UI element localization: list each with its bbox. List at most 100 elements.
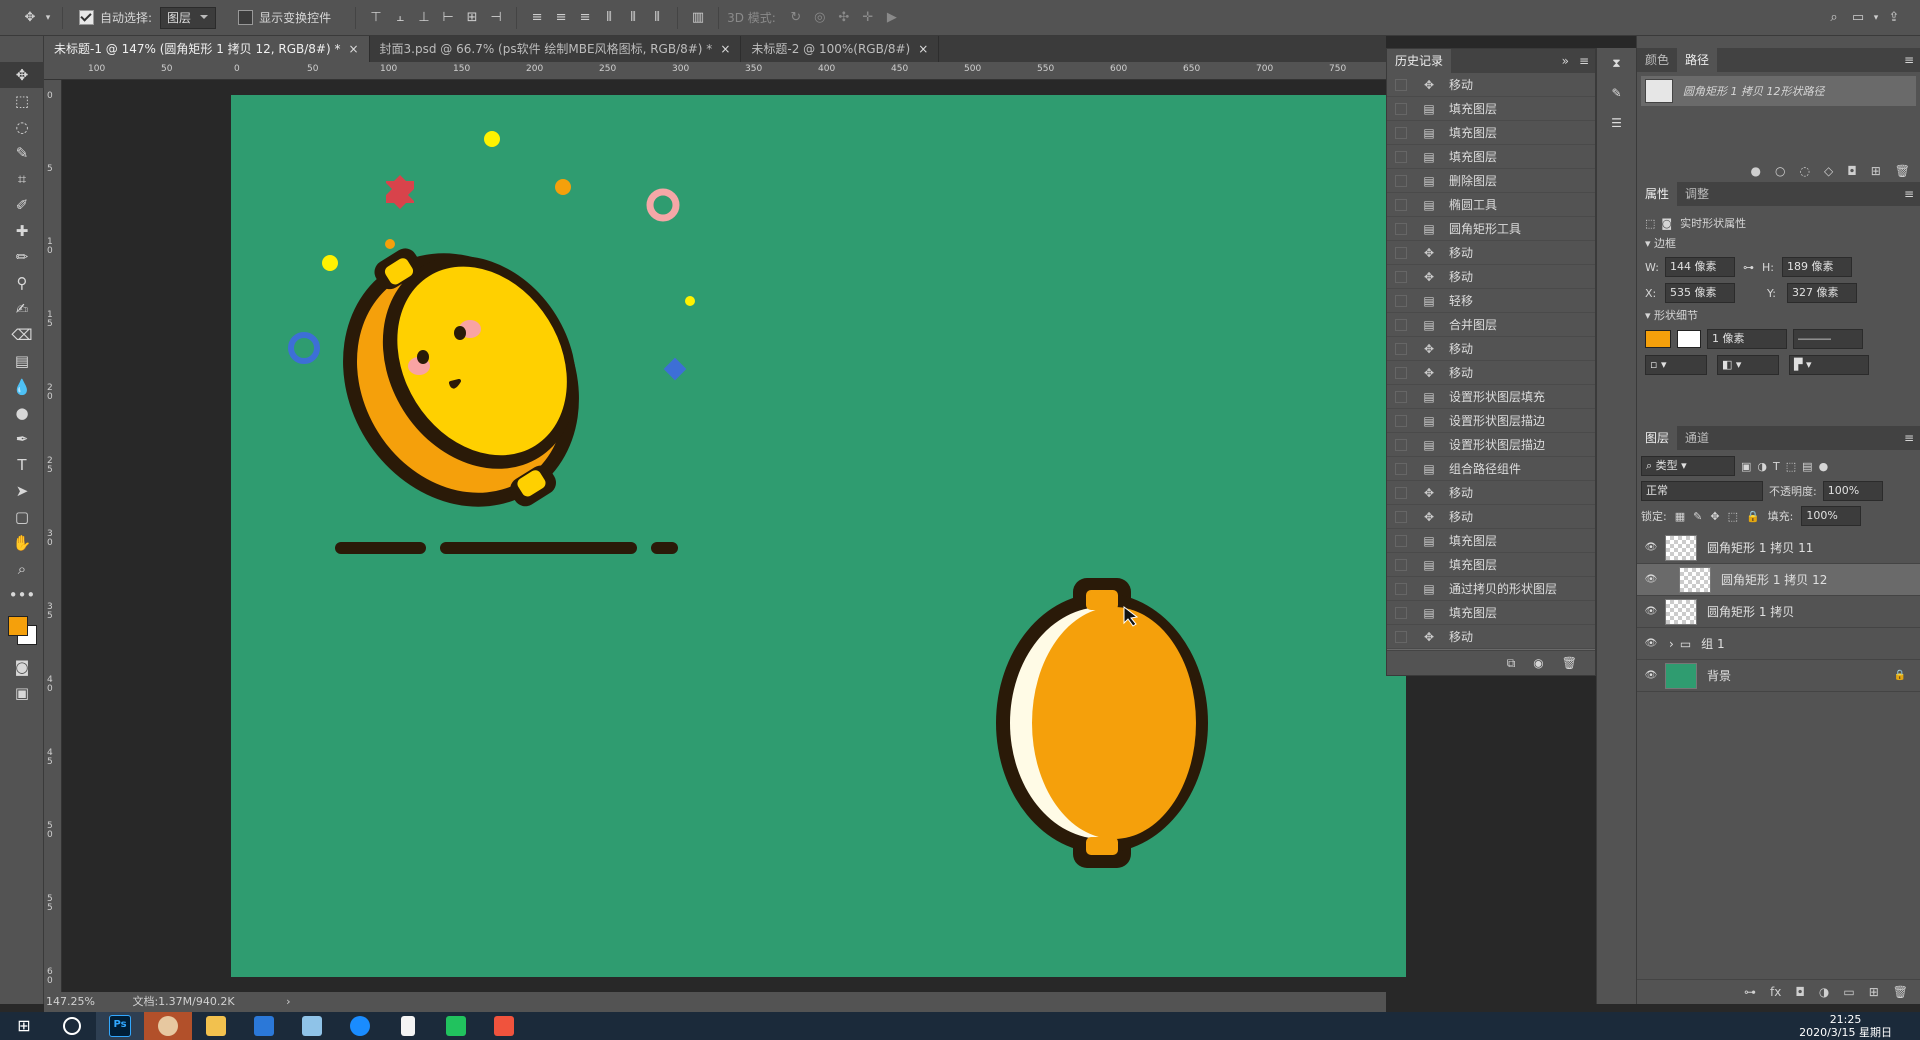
stamp-tool-icon[interactable]: ⚲ xyxy=(0,270,44,296)
history-item[interactable]: ▤ 填充图层 xyxy=(1387,529,1595,553)
quick-mask-icon[interactable]: ◙ xyxy=(0,654,44,680)
3d-camera-icon[interactable]: ▶ xyxy=(880,7,904,29)
3d-slide-icon[interactable]: ✛ xyxy=(856,7,880,29)
taskbar-photoshop[interactable]: Ps xyxy=(96,1012,144,1040)
auto-select-checkbox[interactable] xyxy=(79,10,94,25)
distribute-right-icon[interactable]: ⦀ xyxy=(645,7,669,29)
search-icon[interactable]: ⌕ xyxy=(1822,7,1846,29)
doc-tab[interactable]: 未标题-1 @ 147% (圆角矩形 1 拷贝 12, RGB/8#) * × xyxy=(44,36,370,62)
visibility-eye-icon[interactable]: 👁 xyxy=(1637,606,1665,617)
path-select-tool-icon[interactable]: ➤ xyxy=(0,478,44,504)
eyedropper-tool-icon[interactable]: ✐ xyxy=(0,192,44,218)
height-input[interactable]: 189 像素 xyxy=(1782,257,1852,277)
screen-mode-icon[interactable]: ▣ xyxy=(0,680,44,706)
document-canvas[interactable] xyxy=(231,95,1406,977)
workspace-icon[interactable]: ▭ xyxy=(1846,7,1870,29)
history-panel-icon[interactable]: ⧗ xyxy=(1597,48,1636,78)
history-snapshot-checkbox[interactable] xyxy=(1395,126,1407,139)
3d-rotate-icon[interactable]: ↻ xyxy=(784,7,808,29)
layer-row[interactable]: 👁 圆角矩形 1 拷贝 12 xyxy=(1637,564,1920,596)
chevron-down-icon[interactable]: ▾ xyxy=(42,7,54,29)
stroke-width-input[interactable]: 1 像素 xyxy=(1707,329,1787,349)
history-snapshot-checkbox[interactable] xyxy=(1395,462,1407,475)
visibility-eye-icon[interactable]: 👁 xyxy=(1637,670,1665,681)
3d-roll-icon[interactable]: ◎ xyxy=(808,7,832,29)
move-tool-icon[interactable]: ✥ xyxy=(18,7,42,29)
lock-position-icon[interactable]: ✥ xyxy=(1710,510,1719,523)
crop-tool-icon[interactable]: ⌗ xyxy=(0,166,44,192)
history-item[interactable]: ▤ 通过拷贝的形状图层 xyxy=(1387,577,1595,601)
lock-all-icon[interactable]: 🔒 xyxy=(1746,510,1760,523)
visibility-eye-icon[interactable]: 👁 xyxy=(1637,574,1665,585)
align-vcenter-icon[interactable]: ⫠ xyxy=(388,7,412,29)
history-brush-tool-icon[interactable]: ✍ xyxy=(0,296,44,322)
dodge-tool-icon[interactable]: ● xyxy=(0,400,44,426)
lock-pixels-icon[interactable]: ✎ xyxy=(1693,510,1702,523)
close-icon[interactable]: × xyxy=(918,42,928,56)
status-menu-arrow[interactable]: › xyxy=(286,995,290,1008)
make-path-icon[interactable]: ◇ xyxy=(1824,164,1833,178)
pixel-filter-icon[interactable]: ▣ xyxy=(1741,460,1751,473)
smart-filter-icon[interactable]: ▤ xyxy=(1802,460,1812,473)
path-item[interactable]: 圆角矩形 1 拷贝 12形状路径 xyxy=(1641,76,1916,106)
shape-filter-icon[interactable]: ⬚ xyxy=(1786,460,1796,473)
type-tool-icon[interactable]: T xyxy=(0,452,44,478)
history-snapshot-checkbox[interactable] xyxy=(1395,558,1407,571)
collapse-icon[interactable]: » xyxy=(1562,54,1569,68)
load-selection-icon[interactable]: ◌ xyxy=(1799,164,1809,178)
lock-transparent-icon[interactable]: ▦ xyxy=(1675,510,1685,523)
doc-tab[interactable]: 未标题-2 @ 100%(RGB/8#) × xyxy=(741,36,940,62)
history-snapshot-checkbox[interactable] xyxy=(1395,102,1407,115)
history-item[interactable]: ✥ 移动 xyxy=(1387,337,1595,361)
zoom-tool-icon[interactable]: ⌕ xyxy=(0,556,44,582)
layer-row[interactable]: 👁 › ▭ 组 1 xyxy=(1637,628,1920,660)
color-swatches[interactable] xyxy=(0,608,43,654)
history-item[interactable]: ▤ 轻移 xyxy=(1387,289,1595,313)
stroke-cap-dropdown[interactable]: ◧ ▾ xyxy=(1717,355,1779,375)
adjust-panel-icon[interactable]: ☰ xyxy=(1597,108,1636,138)
y-input[interactable]: 327 像素 xyxy=(1787,283,1857,303)
x-input[interactable]: 535 像素 xyxy=(1665,283,1735,303)
history-item[interactable]: ▤ 删除图层 xyxy=(1387,169,1595,193)
visibility-eye-icon[interactable]: 👁 xyxy=(1637,542,1665,553)
history-item[interactable]: ▤ 填充图层 xyxy=(1387,97,1595,121)
align-top-icon[interactable]: ⊤ xyxy=(364,7,388,29)
new-path-icon[interactable]: ⊞ xyxy=(1871,164,1881,178)
distribute-top-icon[interactable]: ≡ xyxy=(525,7,549,29)
history-snapshot-checkbox[interactable] xyxy=(1395,486,1407,499)
distribute-bottom-icon[interactable]: ≡ xyxy=(573,7,597,29)
chevron-down-icon[interactable]: ▾ xyxy=(1870,7,1882,29)
adjustment-layer-icon[interactable]: ◑ xyxy=(1819,985,1829,999)
tab-paths[interactable]: 路径 xyxy=(1677,48,1718,72)
auto-align-icon[interactable]: ▥ xyxy=(686,7,710,29)
history-item[interactable]: ✥ 移动 xyxy=(1387,625,1595,649)
new-document-icon[interactable]: ⧉ xyxy=(1507,656,1516,671)
history-item[interactable]: ▤ 填充图层 xyxy=(1387,145,1595,169)
history-snapshot-checkbox[interactable] xyxy=(1395,366,1407,379)
fill-swatch[interactable] xyxy=(1645,330,1671,348)
taskbar-app[interactable] xyxy=(144,1012,192,1040)
history-item[interactable]: ✥ 移动 xyxy=(1387,505,1595,529)
history-item[interactable]: ▤ 填充图层 xyxy=(1387,121,1595,145)
stroke-align-dropdown[interactable]: ▫ ▾ xyxy=(1645,355,1707,375)
new-layer-icon[interactable]: ⊞ xyxy=(1869,985,1879,999)
history-snapshot-checkbox[interactable] xyxy=(1395,246,1407,259)
brush-tool-icon[interactable]: ✏ xyxy=(0,244,44,270)
history-item[interactable]: ▤ 设置形状图层描边 xyxy=(1387,409,1595,433)
3d-drag-icon[interactable]: ✣ xyxy=(832,7,856,29)
tab-layers[interactable]: 图层 xyxy=(1637,426,1678,450)
stroke-path-icon[interactable]: ○ xyxy=(1775,164,1785,178)
opacity-input[interactable]: 100% xyxy=(1822,481,1883,501)
align-hcenter-icon[interactable]: ⊞ xyxy=(460,7,484,29)
history-snapshot-checkbox[interactable] xyxy=(1395,78,1407,91)
history-item[interactable]: ✥ 移动 xyxy=(1387,241,1595,265)
stroke-join-dropdown[interactable]: ▛ ▾ xyxy=(1789,355,1869,375)
zoom-level[interactable]: 147.25% xyxy=(46,995,95,1008)
taskbar-app[interactable] xyxy=(384,1012,432,1040)
panel-menu-icon[interactable]: ≡ xyxy=(1904,431,1914,445)
history-snapshot-checkbox[interactable] xyxy=(1395,318,1407,331)
trash-icon[interactable]: 🗑 xyxy=(1562,656,1577,670)
history-snapshot-checkbox[interactable] xyxy=(1395,510,1407,523)
tab-properties[interactable]: 属性 xyxy=(1637,182,1678,206)
layer-row[interactable]: 👁 圆角矩形 1 拷贝 xyxy=(1637,596,1920,628)
